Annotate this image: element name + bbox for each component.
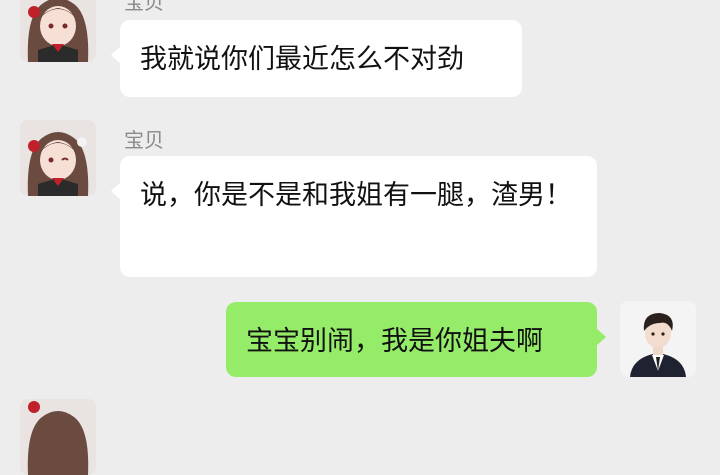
girl-avatar-icon[interactable] [20, 120, 96, 196]
girl-avatar-icon[interactable] [20, 399, 96, 475]
girl-avatar-icon[interactable] [20, 0, 96, 62]
chat-area: 宝贝 我就说你们最近怎么不对劲 宝贝 说，你是不是和我姐有一腿，渣男！ 宝宝别闹… [0, 0, 720, 475]
sender-name: 宝贝 [124, 128, 164, 152]
man-avatar-icon[interactable] [620, 301, 696, 377]
sender-name: 宝贝 [124, 0, 164, 14]
message-bubble[interactable]: 说，你是不是和我姐有一腿，渣男！ [111, 156, 597, 277]
message-bubble[interactable]: 我就说你们最近怎么不对劲 [111, 20, 522, 97]
message-bubble[interactable]: 宝宝别闹，我是你姐夫啊 [226, 302, 606, 377]
